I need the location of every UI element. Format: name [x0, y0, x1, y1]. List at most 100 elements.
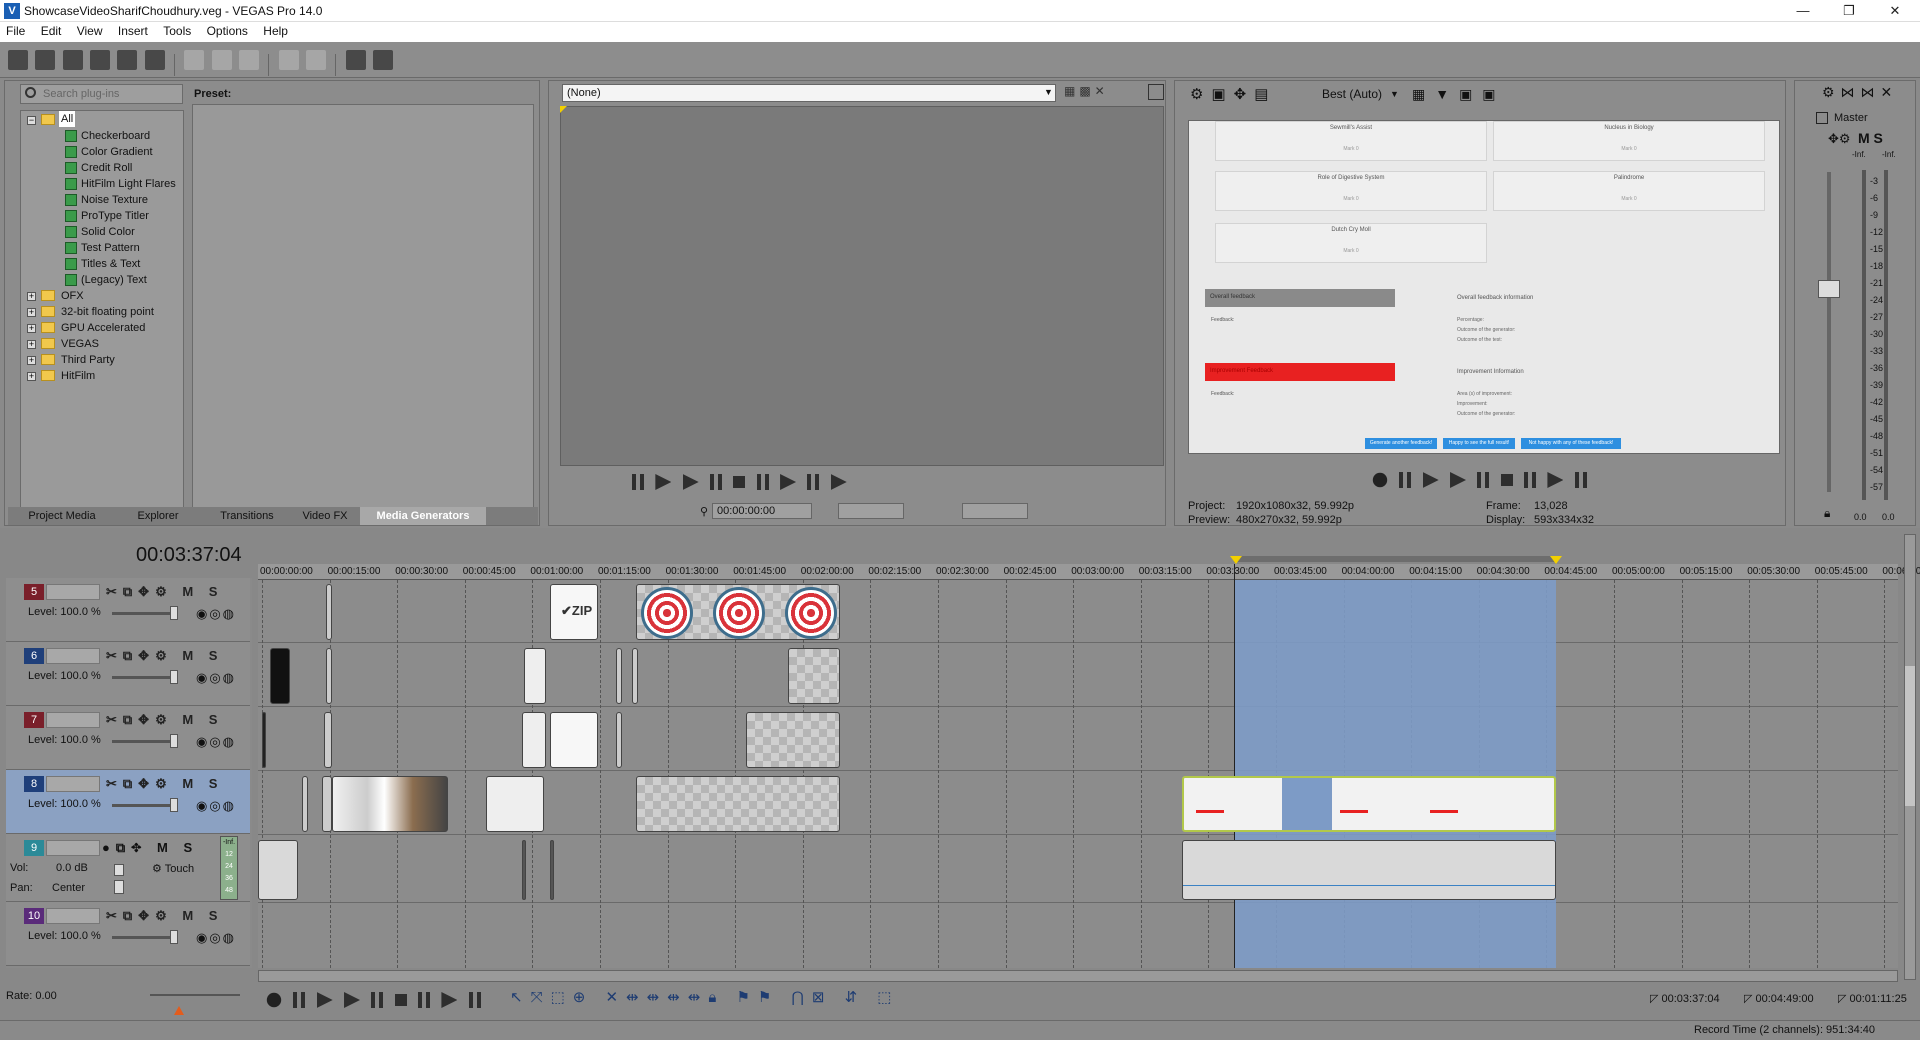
playhead[interactable]: [1234, 564, 1235, 968]
menu-file[interactable]: File: [0, 22, 31, 40]
audio-clip[interactable]: [258, 840, 298, 900]
track-header-selected[interactable]: 8 ✂⧉✥⚙ M S Level: 100.0 % ◉◎◍: [6, 770, 250, 834]
loop-icon[interactable]: [1399, 472, 1412, 488]
trimmer-tools-icon[interactable]: ▦▩✕: [1064, 84, 1154, 102]
video-clip[interactable]: [326, 648, 332, 704]
video-clip[interactable]: [302, 776, 308, 832]
video-clip[interactable]: [524, 648, 546, 704]
preview-quality-dropdown[interactable]: Best (Auto): [1322, 87, 1382, 101]
track-name-field[interactable]: [46, 648, 100, 664]
menu-options[interactable]: Options: [201, 22, 254, 40]
level-slider-knob[interactable]: [170, 606, 178, 620]
preview-overlay-icons[interactable]: ▦▼▣▣: [1412, 86, 1506, 103]
level-slider-knob[interactable]: [170, 930, 178, 944]
tree-folder[interactable]: OFX: [61, 288, 84, 304]
trimmer-viewer[interactable]: [560, 106, 1164, 466]
record-icon[interactable]: [266, 992, 282, 1008]
copy-icon[interactable]: [211, 50, 232, 70]
pan-slider-knob[interactable]: [114, 880, 124, 894]
video-clip[interactable]: [788, 648, 840, 704]
video-clip[interactable]: [522, 712, 546, 768]
menu-insert[interactable]: Insert: [112, 22, 154, 40]
menu-edit[interactable]: Edit: [35, 22, 68, 40]
video-clip[interactable]: [270, 648, 290, 704]
help-icon[interactable]: [373, 50, 394, 70]
trimmer-timecode[interactable]: 00:00:00:00: [712, 503, 812, 519]
rate-slider-marker-icon[interactable]: [174, 1006, 184, 1015]
video-clip[interactable]: [322, 776, 332, 832]
track-header[interactable]: 7 ✂⧉✥⚙ M S Level: 100.0 % ◉◎◍: [6, 706, 250, 770]
video-clip-zip[interactable]: ✔ZIP: [550, 584, 598, 640]
trimmer-media-dropdown[interactable]: (None): [562, 84, 1056, 102]
video-clip[interactable]: [550, 712, 598, 768]
track-header[interactable]: 6 ✂⧉✥⚙ M S Level: 100.0 % ◉◎◍: [6, 642, 250, 706]
trimmer-length-field[interactable]: [962, 503, 1028, 519]
menu-tools[interactable]: Tools: [157, 22, 197, 40]
level-slider-knob[interactable]: [170, 670, 178, 684]
cut-icon[interactable]: [184, 50, 205, 70]
prev-frame-icon[interactable]: [756, 474, 769, 490]
master-toolbar-icons[interactable]: ⚙⋈⋈✕: [1822, 84, 1898, 101]
master-fx-icon[interactable]: ✥⚙: [1828, 131, 1851, 147]
audio-clip[interactable]: [550, 840, 554, 900]
stop-icon[interactable]: [394, 994, 407, 1006]
pause-icon[interactable]: [710, 474, 723, 490]
selection-end[interactable]: ◸ 00:04:49:00: [1744, 992, 1814, 1005]
track-controls-icons[interactable]: ✂⧉✥⚙ M S: [106, 648, 223, 664]
tab-explorer[interactable]: Explorer: [118, 507, 198, 525]
tree-item[interactable]: Solid Color: [81, 224, 135, 240]
track-controls-icons[interactable]: ✂⧉✥⚙ M S: [106, 584, 223, 600]
tree-folder[interactable]: VEGAS: [61, 336, 99, 352]
paste-icon[interactable]: [239, 50, 260, 70]
preview-screen[interactable]: Sewmill's Assist Mark 0 Nucleus in Biolo…: [1188, 120, 1780, 454]
menu-help[interactable]: Help: [257, 22, 294, 40]
audio-track-header[interactable]: 9 ●⧉✥ M S Vol: 0.0 dB Pan: Center ⚙ Touc…: [6, 834, 250, 902]
tree-item[interactable]: HitFilm Light Flares: [81, 176, 176, 192]
audio-track-controls-icons[interactable]: ●⧉✥ M S: [102, 840, 198, 856]
loop-start-marker-icon[interactable]: [1230, 556, 1242, 564]
track-name-field[interactable]: [46, 908, 100, 924]
pause-icon[interactable]: [371, 992, 384, 1008]
track-controls-icons[interactable]: ✂⧉✥⚙ M S: [106, 908, 223, 924]
loop-end-marker-icon[interactable]: [1550, 556, 1562, 564]
master-mute-solo[interactable]: M S: [1858, 130, 1883, 146]
cursor-timecode[interactable]: 00:03:37:04: [136, 544, 242, 567]
tab-video-fx[interactable]: Video FX: [292, 507, 358, 525]
plugin-icon[interactable]: [345, 50, 366, 70]
tree-folder[interactable]: Third Party: [61, 352, 115, 368]
save-icon[interactable]: [62, 50, 83, 70]
selection-start[interactable]: ◸ 00:03:37:04: [1650, 992, 1720, 1005]
track-fx-icons[interactable]: ◉◎◍: [196, 670, 236, 686]
record-icon[interactable]: [1372, 472, 1388, 488]
track-header[interactable]: 5 ✂⧉✥⚙ M S Level: 100.0 % ◉◎◍: [6, 578, 250, 642]
track-name-field[interactable]: [46, 712, 100, 728]
window-icon[interactable]: [1148, 84, 1164, 100]
tree-item[interactable]: Noise Texture: [81, 192, 148, 208]
vertical-scroll-thumb[interactable]: [1905, 666, 1915, 806]
tree-item[interactable]: Color Gradient: [81, 144, 153, 160]
track-controls-icons[interactable]: ✂⧉✥⚙ M S: [106, 712, 223, 728]
play-icon[interactable]: [344, 992, 361, 1008]
master-fader-knob[interactable]: [1818, 280, 1840, 298]
track-fx-icons[interactable]: ◉◎◍: [196, 606, 236, 622]
play-from-start-icon[interactable]: [316, 992, 333, 1008]
rewind-icon[interactable]: [807, 474, 820, 490]
video-clip[interactable]: [636, 776, 840, 832]
tree-item[interactable]: Checkerboard: [81, 128, 150, 144]
automation-mode[interactable]: ⚙ Touch: [152, 862, 194, 875]
prev-frame-icon[interactable]: [1524, 472, 1537, 488]
loop-icon[interactable]: [293, 992, 306, 1008]
level-slider-knob[interactable]: [170, 798, 178, 812]
loop-bar[interactable]: [1234, 556, 1556, 562]
save-as-icon[interactable]: [90, 50, 111, 70]
redo-icon[interactable]: [306, 50, 327, 70]
next-frame-icon[interactable]: [780, 474, 797, 490]
undo-icon[interactable]: [278, 50, 299, 70]
next-frame-icon[interactable]: [441, 992, 458, 1008]
close-button[interactable]: ✕: [1872, 0, 1918, 22]
audio-clip[interactable]: [522, 840, 526, 900]
track-name-field[interactable]: [46, 840, 100, 856]
video-clip[interactable]: [486, 776, 544, 832]
minimize-button[interactable]: —: [1780, 0, 1826, 22]
rewind-icon[interactable]: [1574, 472, 1587, 488]
